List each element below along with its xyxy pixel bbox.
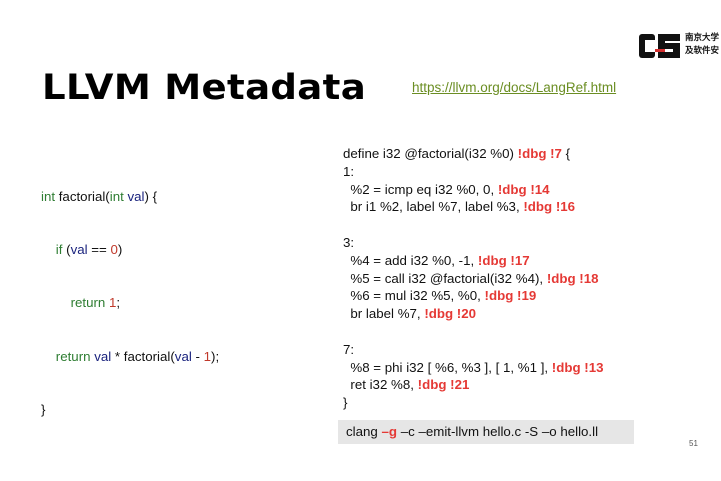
command-box: clang –g –c –emit-llvm hello.c -S –o hel…	[338, 420, 634, 444]
ir-line: %6 = mul i32 %5, %0, !dbg !19	[343, 287, 604, 305]
code-text: -	[191, 348, 204, 364]
number-literal: 0	[110, 241, 118, 257]
ir-instruction: 1:	[343, 163, 355, 179]
variable: val	[123, 188, 145, 204]
dbg-annotation: !dbg !16	[523, 199, 576, 215]
code-text: );	[211, 348, 220, 364]
ir-line	[343, 216, 604, 234]
c-line-5: }	[41, 401, 219, 419]
ir-line: 3:	[343, 234, 604, 252]
ir-line: %8 = phi i32 [ %6, %3 ], [ 1, %1 ], !dbg…	[343, 359, 604, 377]
ir-instruction: 7:	[343, 341, 355, 357]
keyword: return	[55, 348, 91, 364]
ir-instruction: %6 = mul i32 %5, %0,	[343, 288, 485, 304]
dbg-annotation: !dbg !17	[477, 252, 530, 268]
variable: val	[174, 348, 192, 364]
ir-instruction: %8 = phi i32 [ %6, %3 ], [ 1, %1 ],	[343, 359, 552, 375]
ir-tail: {	[561, 146, 571, 161]
logo-text: 南京大学 及软件安	[685, 31, 719, 57]
ir-line: %4 = add i32 %0, -1, !dbg !17	[343, 252, 604, 270]
page-number: 51	[689, 439, 698, 448]
c-line-1: int factorial(int val) {	[41, 188, 219, 206]
dbg-annotation: !dbg !18	[546, 270, 599, 286]
slide-title: LLVM Metadata	[42, 68, 367, 108]
dbg-annotation: !dbg !20	[424, 306, 477, 322]
ir-line: 1:	[343, 163, 604, 181]
ir-line: }	[343, 394, 604, 412]
command-flag: –g	[381, 424, 398, 439]
code-text: }	[41, 402, 46, 418]
command-prefix: clang	[346, 424, 382, 439]
ir-instruction: 3:	[343, 234, 355, 250]
variable: val	[90, 348, 112, 364]
ir-instruction: define i32 @factorial(i32 %0)	[343, 146, 518, 161]
cs-logo-icon	[639, 34, 680, 58]
ir-instruction: %5 = call i32 @factorial(i32 %4),	[343, 270, 547, 286]
code-text: * factorial(	[111, 348, 175, 364]
ir-line	[343, 323, 604, 341]
ir-instruction: br i1 %2, label %7, label %3,	[343, 199, 524, 215]
keyword: return	[70, 295, 106, 311]
keyword: int	[109, 188, 124, 204]
code-text: ;	[116, 295, 121, 311]
number-literal: 1	[203, 348, 212, 364]
c-line-4: return val * factorial(val - 1);	[41, 348, 219, 366]
dbg-annotation: !dbg !13	[551, 359, 604, 375]
ir-line: %2 = icmp eq i32 %0, 0, !dbg !14	[343, 181, 604, 199]
c-source-code: int factorial(int val) { if (val == 0) r…	[41, 152, 219, 437]
c-line-2: if (val == 0)	[41, 241, 219, 259]
code-text: ==	[87, 241, 111, 257]
ir-instruction: %4 = add i32 %0, -1,	[343, 252, 478, 268]
code-text: ) {	[144, 188, 158, 204]
ir-instruction: ret i32 %8,	[343, 377, 418, 393]
ir-line: %5 = call i32 @factorial(i32 %4), !dbg !…	[343, 270, 604, 288]
variable: val	[70, 241, 88, 257]
command-suffix: –c –emit-llvm hello.c -S –o hello.ll	[397, 424, 599, 439]
ir-line: ret i32 %8, !dbg !21	[343, 376, 604, 394]
ir-instruction: }	[343, 395, 348, 411]
ir-line: define i32 @factorial(i32 %0) !dbg !7 {	[343, 145, 604, 163]
ir-instruction: br label %7,	[343, 306, 425, 322]
dbg-annotation: !dbg !21	[417, 377, 470, 393]
ir-line: br label %7, !dbg !20	[343, 305, 604, 323]
ir-instruction: %2 = icmp eq i32 %0, 0,	[343, 181, 498, 197]
logo-line-1: 南京大学	[685, 32, 720, 42]
c-line-3: return 1;	[41, 294, 219, 312]
llvm-ir-code: define i32 @factorial(i32 %0) !dbg !7 {1…	[343, 145, 604, 412]
keyword: int	[41, 188, 56, 204]
langref-link[interactable]: https://llvm.org/docs/LangRef.html	[412, 80, 616, 95]
ir-line: br i1 %2, label %7, label %3, !dbg !16	[343, 198, 604, 216]
code-text: (	[62, 241, 71, 257]
code-text: factorial(	[55, 188, 110, 204]
logo: 南京大学 及软件安	[638, 31, 721, 61]
code-text: )	[117, 241, 123, 257]
ir-line: 7:	[343, 341, 604, 359]
dbg-annotation: !dbg !14	[497, 181, 550, 197]
dbg-annotation: !dbg !7	[517, 146, 562, 161]
dbg-annotation: !dbg !19	[484, 288, 537, 304]
command-text: clang –g –c –emit-llvm hello.c -S –o hel…	[346, 424, 598, 439]
logo-line-2: 及软件安	[685, 45, 720, 55]
